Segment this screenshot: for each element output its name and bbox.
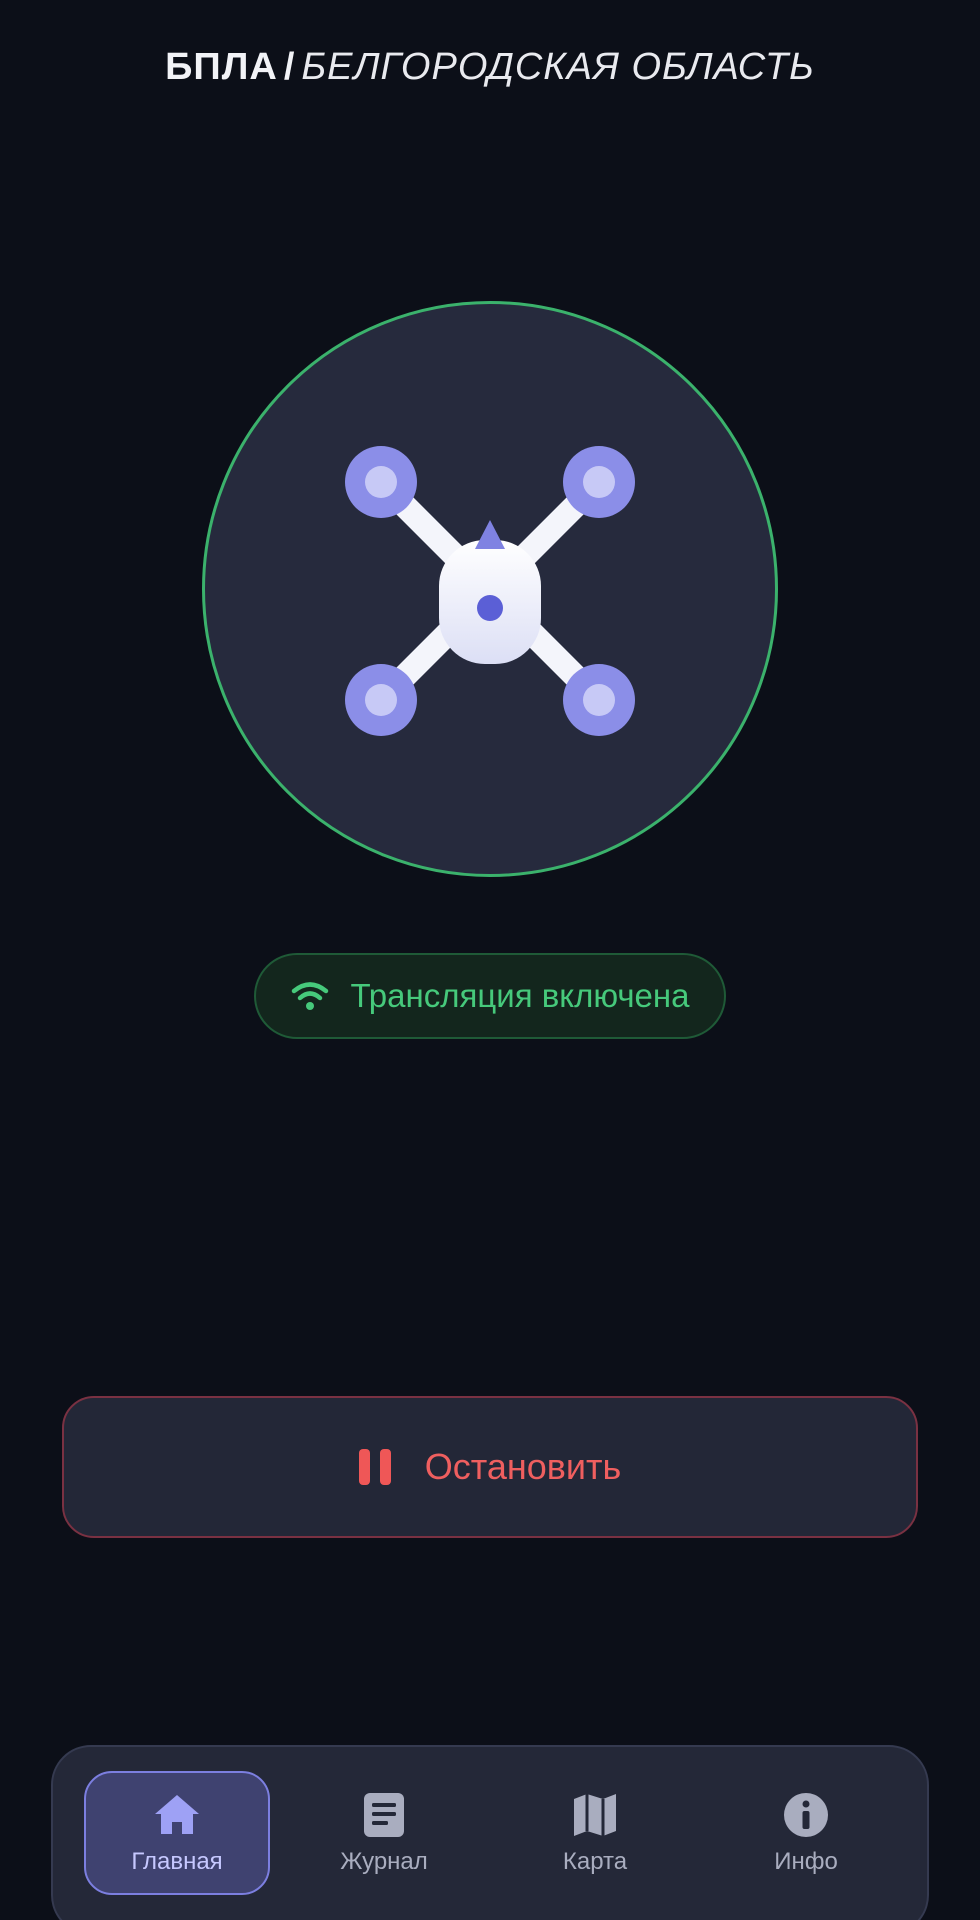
drone-rotor-top-left — [345, 446, 417, 518]
title-region: БЕЛГОРОДСКАЯ ОБЛАСТЬ — [301, 46, 815, 88]
nav-item-label: Главная — [131, 1848, 223, 1875]
title-separator: / — [283, 46, 296, 88]
nav-item-info[interactable]: Инфо — [713, 1771, 899, 1895]
nav-item-home[interactable]: Главная — [84, 1771, 270, 1895]
map-icon — [574, 1794, 616, 1836]
quadcopter-drone-icon — [345, 446, 635, 736]
stop-button-label: Остановить — [424, 1446, 622, 1487]
pause-icon — [358, 1449, 391, 1485]
drone-heading-arrow — [475, 520, 505, 549]
nav-item-label: Карта — [562, 1848, 628, 1875]
nav-item-journal[interactable]: Журнал — [291, 1771, 477, 1895]
drone-rotor-bottom-left — [345, 664, 417, 736]
drone-rotor-top-right — [563, 446, 635, 518]
main-screen: БПЛА / БЕЛГОРОДСКАЯ ОБЛАСТЬ Трансляция в… — [0, 0, 980, 1920]
stop-button[interactable]: Остановить — [62, 1396, 918, 1538]
status-label: Трансляция включена — [350, 977, 690, 1014]
nav-item-label: Журнал — [340, 1848, 428, 1875]
page-title: БПЛА / БЕЛГОРОДСКАЯ ОБЛАСТЬ — [0, 46, 980, 89]
bottom-navigation: Главная Журнал Карта Инфо — [51, 1745, 929, 1920]
info-icon — [784, 1793, 828, 1837]
drone-center-dot — [477, 595, 503, 621]
drone-rotor-bottom-right — [563, 664, 635, 736]
nav-item-label: Инфо — [774, 1848, 838, 1875]
nav-item-map[interactable]: Карта — [502, 1771, 688, 1895]
wifi-icon — [291, 982, 328, 1010]
status-badge: Трансляция включена — [254, 953, 726, 1039]
drone-status-circle — [202, 301, 778, 877]
journal-icon — [364, 1793, 404, 1837]
home-icon — [155, 1795, 199, 1834]
title-prefix: БПЛА — [165, 46, 278, 88]
